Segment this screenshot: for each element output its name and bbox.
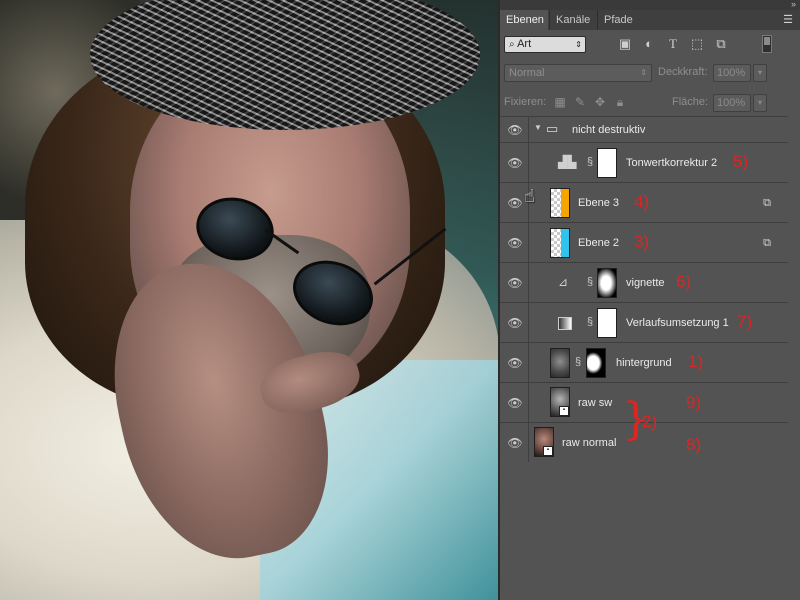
collapse-panel-icon[interactable]: » — [791, 0, 796, 9]
layer-name: Tonwertkorrektur 2 — [626, 157, 718, 169]
layer-ebene-2[interactable]: 👁︎ Ebene 2 3) ⧉ — [500, 222, 788, 262]
annotation-number: 8) — [686, 435, 702, 454]
visibility-eye-icon[interactable]: 👁︎ — [506, 396, 524, 410]
lock-transparency-icon[interactable]: ▦ — [552, 94, 568, 110]
shape-filter-icon[interactable]: ⬚ — [688, 35, 706, 53]
link-icon[interactable]: § — [585, 316, 595, 328]
layer-name: Ebene 2 — [578, 237, 619, 249]
smart-object-badge-icon: ▪ — [543, 446, 553, 456]
layer-group-nicht-destruktiv[interactable]: 👁︎ ▼ ▭ nicht destruktiv — [500, 116, 788, 142]
folder-icon: ▭ — [546, 121, 559, 136]
lock-position-icon[interactable]: ✥ — [592, 94, 608, 110]
opacity-field[interactable]: 100% — [713, 64, 751, 82]
visibility-eye-icon[interactable]: 👁︎ — [506, 236, 524, 250]
layer-thumbnail[interactable] — [550, 188, 570, 218]
annotation-number: 9) — [686, 393, 702, 412]
annotation-number: 1) — [688, 352, 704, 371]
layer-thumbnail[interactable] — [550, 348, 570, 378]
visibility-eye-icon[interactable]: 👁︎ — [506, 316, 524, 330]
hand-cursor-icon: ☝︎ — [524, 186, 535, 206]
layers-panel: » Ebenen Kanäle Pfade ☰ ⌕ Art ⇕ ▣ ◐ T ⬚ … — [498, 0, 800, 600]
type-filter-icon[interactable]: T — [664, 35, 682, 53]
tab-pfade[interactable]: Pfade — [597, 10, 639, 30]
blend-mode-select[interactable]: Normal ⇕ — [504, 64, 652, 82]
panel-top-bar: » — [500, 0, 800, 10]
orange-fill-swatch — [561, 189, 569, 217]
document-canvas[interactable] — [0, 0, 498, 600]
curves-adjustment-icon: ⊿ — [558, 275, 569, 289]
layer-hintergrund[interactable]: 👁︎ § hintergrund 1) — [500, 342, 788, 382]
layer-name: nicht destruktiv — [572, 124, 646, 136]
gradient-map-icon — [558, 317, 572, 330]
layer-vignette[interactable]: 👁︎ ⊿ § vignette 6) — [500, 262, 788, 302]
layer-verlaufsumsetzung-1[interactable]: 👁︎ § Verlaufsumsetzung 1 7) — [500, 302, 788, 342]
tab-kanaele[interactable]: Kanäle — [549, 10, 597, 30]
levels-adjustment-icon: ▟▙ — [558, 155, 577, 169]
lock-label: Fixieren: — [504, 96, 547, 108]
layer-mask-thumbnail[interactable] — [586, 348, 606, 378]
smart-object-icon: ⧉ — [763, 237, 771, 249]
cyan-fill-swatch — [561, 229, 569, 257]
filter-search-icon: ⌕ — [509, 39, 515, 50]
smart-object-icon: ⧉ — [763, 197, 771, 209]
lock-all-icon[interactable]: 🔒︎ — [612, 94, 628, 110]
annotation-brace-number: 2) — [642, 412, 658, 431]
blend-mode-value: Normal — [509, 67, 545, 79]
layer-name: hintergrund — [616, 357, 672, 369]
layer-name: raw normal — [562, 437, 617, 449]
pixel-filter-icon[interactable]: ▣ — [616, 35, 634, 53]
layer-name: Ebene 3 — [578, 197, 619, 209]
panel-tab-bar: Ebenen Kanäle Pfade ☰ — [500, 10, 800, 30]
opacity-label: Deckkraft: — [658, 66, 708, 78]
link-icon[interactable]: § — [585, 156, 595, 168]
select-arrows-icon: ⇕ — [575, 40, 582, 49]
annotation-number: 3) — [634, 232, 650, 251]
lock-image-pixels-icon[interactable]: ✎ — [572, 94, 588, 110]
filter-select-label: Art — [517, 38, 532, 50]
visibility-eye-icon[interactable]: 👁︎ — [506, 123, 524, 137]
annotation-number: 7) — [737, 312, 753, 331]
layer-mask-thumbnail[interactable] — [597, 308, 617, 338]
fill-field[interactable]: 100% — [713, 94, 751, 112]
fill-label: Fläche: — [672, 96, 709, 108]
filter-toggle-switch[interactable] — [762, 35, 772, 53]
visibility-eye-icon[interactable]: 👁︎ — [506, 156, 524, 170]
layer-thumbnail[interactable] — [550, 228, 570, 258]
smart-object-filter-icon[interactable]: ⧉ — [712, 35, 730, 53]
annotation-number: 6) — [676, 272, 692, 291]
adjustment-filter-icon[interactable]: ◐ — [640, 35, 658, 53]
fill-dropdown-icon[interactable]: ▾ — [753, 94, 767, 112]
layer-tonwertkorrektur-2[interactable]: 👁︎ ▟▙ § Tonwertkorrektur 2 5) — [500, 142, 788, 182]
select-arrows-icon: ⇕ — [640, 68, 647, 77]
annotation-number: 4) — [634, 192, 650, 211]
link-icon[interactable]: § — [573, 356, 583, 368]
visibility-eye-icon[interactable]: 👁︎ — [506, 436, 524, 450]
panel-menu-icon[interactable]: ☰ — [782, 14, 794, 26]
visibility-eye-icon[interactable]: 👁︎ — [506, 276, 524, 290]
visibility-eye-icon[interactable]: 👁︎ — [506, 356, 524, 370]
layer-thumbnail[interactable]: ▪ — [534, 427, 554, 457]
layer-name: raw sw — [578, 397, 613, 409]
annotation-number: 5) — [733, 152, 749, 171]
layer-name: vignette — [626, 277, 665, 289]
layer-ebene-3[interactable]: 👁︎ Ebene 3 4) ⧉ — [500, 182, 788, 222]
layer-mask-thumbnail[interactable] — [597, 268, 617, 298]
smart-object-badge-icon: ▪ — [559, 406, 569, 416]
tab-ebenen[interactable]: Ebenen — [500, 10, 548, 30]
visibility-eye-icon[interactable]: 👁︎ — [506, 196, 524, 210]
layer-filter-select[interactable]: ⌕ Art ⇕ — [504, 36, 586, 53]
layer-thumbnail[interactable]: ▪ — [550, 387, 570, 417]
opacity-dropdown-icon[interactable]: ▾ — [753, 64, 767, 82]
group-expand-triangle-icon[interactable]: ▼ — [534, 123, 542, 132]
link-icon[interactable]: § — [585, 276, 595, 288]
layer-name: Verlaufsumsetzung 1 — [626, 317, 729, 329]
layer-mask-thumbnail[interactable] — [597, 148, 617, 178]
